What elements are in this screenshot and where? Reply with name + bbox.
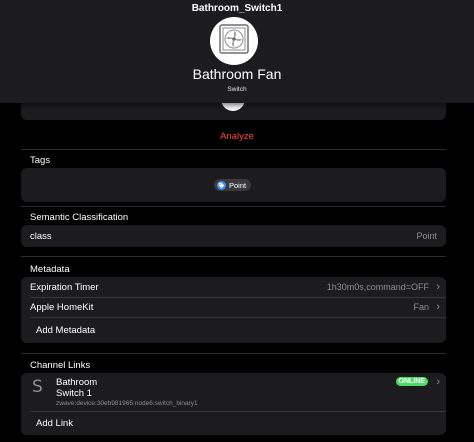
device-icon [210, 17, 258, 65]
semantic-label: class [30, 230, 52, 242]
channel-link-title-line2: Switch 1 [56, 388, 92, 399]
channel-link-title-line1: Bathroom [56, 377, 98, 388]
metadata-row-expiration-timer[interactable]: Expiration Timer 1h30m0s,command=OFF › [21, 277, 446, 297]
channel-link-row[interactable]: S Bathroom Switch 1 zwave:device:30eb981… [21, 373, 446, 411]
metadata-card: Expiration Timer 1h30m0s,command=OFF › A… [21, 277, 446, 343]
metadata-header: Metadata [30, 264, 70, 275]
analyze-button[interactable]: Analyze [0, 131, 474, 142]
device-header: Bathroom_Switch1 Bathroom Fan Switch [0, 0, 474, 103]
device-name: Bathroom Fan [192, 66, 282, 82]
tags-card: Point [21, 168, 446, 202]
metadata-value: Fan [413, 302, 429, 312]
semantic-value: Point [416, 231, 437, 241]
metadata-label: Expiration Timer [30, 281, 99, 293]
tag-chip[interactable]: Point [214, 179, 252, 191]
channel-link-avatar: S [32, 377, 43, 397]
add-metadata-label: Add Metadata [36, 324, 96, 336]
chevron-right-icon: › [436, 300, 440, 313]
add-link-label: Add Link [36, 417, 73, 429]
channel-links-header: Channel Links [30, 360, 91, 371]
chevron-right-icon: › [436, 376, 440, 388]
add-metadata-button[interactable]: Add Metadata [21, 318, 446, 342]
channel-links-card: S Bathroom Switch 1 zwave:device:30eb981… [21, 373, 446, 435]
channel-link-uid: zwave:device:30eb981965:node6:switch_bin… [56, 400, 198, 407]
semantic-header: Semantic Classification [30, 212, 129, 223]
channel-link-title: Bathroom Switch 1 [56, 377, 97, 399]
semantic-row[interactable]: class Point [21, 225, 446, 247]
metadata-row-apple-homekit[interactable]: Apple HomeKit Fan › [21, 297, 446, 317]
window-title: Bathroom_Switch1 [191, 3, 283, 14]
device-type: Switch [227, 86, 247, 93]
tag-icon [217, 180, 226, 190]
semantic-card: class Point [21, 225, 446, 247]
metadata-label: Apple HomeKit [30, 301, 94, 313]
tag-label: Point [229, 180, 247, 190]
divider [21, 256, 446, 257]
status-badge: ONLINE [395, 377, 428, 386]
divider [21, 149, 446, 150]
divider [21, 353, 446, 354]
tags-header: Tags [30, 155, 51, 166]
fan-icon [219, 23, 249, 59]
metadata-value: 1h30m0s,command=OFF [326, 282, 429, 292]
divider [21, 206, 446, 207]
add-link-button[interactable]: Add Link [21, 412, 446, 434]
chevron-right-icon: › [436, 280, 440, 293]
